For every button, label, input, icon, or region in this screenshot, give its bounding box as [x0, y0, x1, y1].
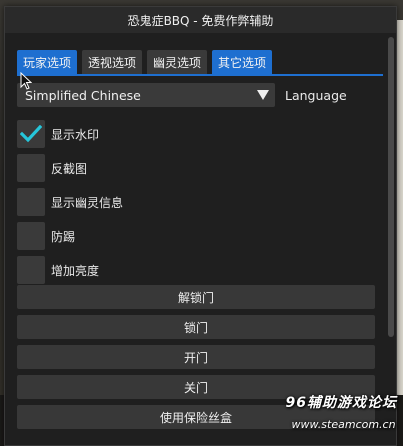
checkbox-anti-kick[interactable]: [17, 222, 45, 250]
language-row: Simplified Chinese Language: [17, 83, 347, 107]
tab-other-options[interactable]: 其它选项: [212, 50, 273, 74]
language-select-value: Simplified Chinese: [25, 87, 141, 103]
watermark-line1: 96辅助游戏论坛: [285, 395, 397, 411]
checkbox-label: 增加亮度: [51, 263, 100, 278]
window-title: 恐鬼症BBQ - 免费作弊辅助: [127, 13, 274, 28]
checkbox-increase-brightness[interactable]: [17, 256, 45, 284]
checkbox-label: 显示水印: [51, 127, 100, 142]
tab-label: 幽灵选项: [153, 55, 202, 70]
watermark-line2: www.steamcom.cn: [291, 418, 396, 431]
tab-label: 其它选项: [218, 55, 267, 70]
scrollbar[interactable]: [388, 37, 394, 337]
checkbox-show-watermark[interactable]: [17, 120, 45, 148]
tab-underline: [17, 74, 383, 76]
checkbox-anti-screenshot[interactable]: [17, 154, 45, 182]
checkbox-label: 反截图: [51, 161, 88, 176]
tab-player-options[interactable]: 玩家选项: [17, 50, 78, 74]
checkmark-icon: [20, 125, 42, 143]
lock-doors-button[interactable]: 锁门: [17, 315, 375, 339]
dropdown-arrow-icon: [257, 90, 269, 100]
checkbox-row-show-watermark[interactable]: 显示水印: [17, 117, 123, 151]
checkbox-label: 显示幽灵信息: [51, 195, 124, 210]
mouse-cursor-icon: [20, 72, 32, 90]
language-label: Language: [285, 87, 347, 103]
unlock-doors-button[interactable]: 解锁门: [17, 285, 375, 309]
tab-esp-options[interactable]: 透视选项: [82, 50, 143, 74]
checkbox-row-show-ghost-info[interactable]: 显示幽灵信息: [17, 185, 123, 219]
site-watermark: 96辅助游戏论坛 www.steamcom.cn: [286, 392, 397, 431]
checkbox-label: 防踢: [51, 229, 76, 244]
cheat-menu-window: 恐鬼症BBQ - 免费作弊辅助 玩家选项 透视选项 幽灵选项 其它选项 Simp…: [4, 6, 397, 446]
tab-label: 玩家选项: [23, 55, 72, 70]
checkbox-list: 显示水印 反截图 显示幽灵信息 防踢 增加亮度: [17, 117, 123, 287]
tab-bar: 玩家选项 透视选项 幽灵选项 其它选项: [17, 50, 273, 74]
checkbox-show-ghost-info[interactable]: [17, 188, 45, 216]
tab-ghost-options[interactable]: 幽灵选项: [147, 50, 208, 74]
menu-content: 玩家选项 透视选项 幽灵选项 其它选项 Simplified Chinese L…: [5, 33, 384, 445]
checkbox-row-anti-kick[interactable]: 防踢: [17, 219, 123, 253]
checkbox-row-anti-screenshot[interactable]: 反截图: [17, 151, 123, 185]
open-doors-button[interactable]: 开门: [17, 345, 375, 369]
language-select[interactable]: Simplified Chinese: [17, 83, 275, 107]
title-bar[interactable]: 恐鬼症BBQ - 免费作弊辅助: [5, 7, 396, 33]
tab-label: 透视选项: [88, 55, 137, 70]
checkbox-row-increase-brightness[interactable]: 增加亮度: [17, 253, 123, 287]
